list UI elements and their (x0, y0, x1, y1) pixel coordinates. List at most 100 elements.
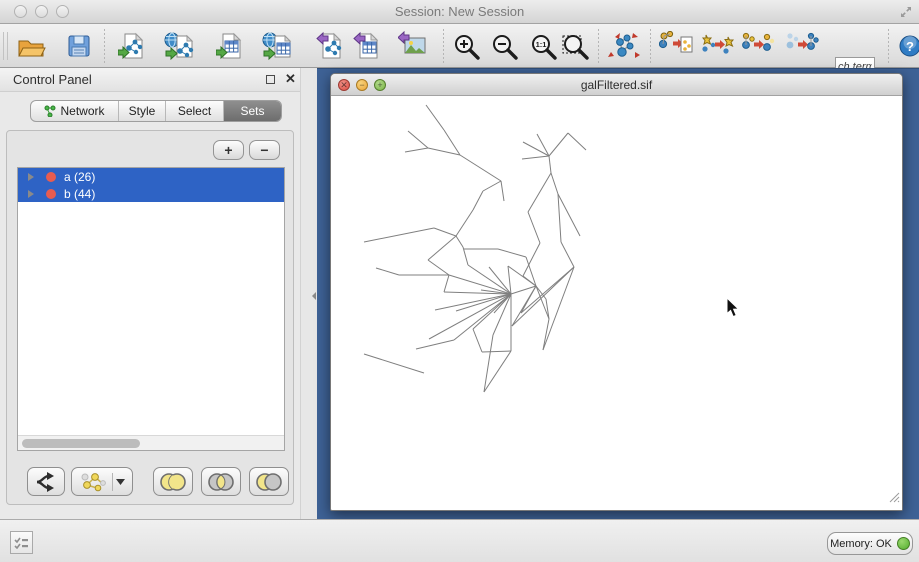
toolbar-drag-handle[interactable] (3, 32, 8, 60)
network-edge[interactable] (482, 351, 511, 352)
network-edge[interactable] (456, 236, 463, 247)
split-sets-button[interactable] (27, 467, 65, 496)
export-table-icon[interactable] (350, 29, 386, 63)
network-edge[interactable] (568, 133, 586, 150)
new-network-sel-nodes-icon[interactable] (700, 29, 736, 63)
export-network-icon[interactable] (313, 29, 349, 63)
tab-sets[interactable]: Sets (224, 101, 281, 121)
fullscreen-icon[interactable] (898, 4, 914, 25)
tab-style[interactable]: Style (119, 101, 166, 121)
network-edge[interactable] (549, 156, 551, 173)
tab-select[interactable]: Select (166, 101, 224, 121)
set-color-icon (46, 189, 56, 199)
expand-set-icon[interactable] (28, 173, 34, 181)
import-network-web-icon[interactable] (162, 29, 198, 63)
network-edge[interactable] (484, 351, 511, 392)
export-image-icon[interactable] (395, 29, 431, 63)
add-set-button[interactable]: + (213, 140, 244, 160)
network-edge[interactable] (549, 133, 568, 156)
open-session-icon[interactable] (13, 29, 49, 63)
close-panel-icon[interactable]: ✕ (285, 71, 296, 87)
network-edge[interactable] (405, 148, 428, 152)
resize-grip-icon[interactable] (887, 490, 900, 508)
network-edge[interactable] (429, 294, 511, 339)
task-history-button[interactable] (10, 531, 33, 554)
tab-network[interactable]: Network (31, 101, 119, 121)
save-session-icon[interactable] (61, 29, 97, 63)
network-edge[interactable] (508, 266, 536, 286)
network-edge[interactable] (460, 155, 501, 181)
new-network-visible-icon[interactable] (784, 29, 820, 63)
network-edge[interactable] (473, 191, 483, 210)
network-canvas[interactable] (332, 96, 902, 510)
zoom-selected-icon[interactable] (557, 29, 593, 63)
remove-set-button[interactable]: − (249, 140, 280, 160)
apply-layout-icon[interactable] (606, 29, 642, 63)
network-edge[interactable] (449, 275, 511, 294)
toolbar-separator (104, 29, 105, 63)
import-network-file-icon[interactable] (115, 29, 151, 63)
network-window[interactable]: ✕ − + galFiltered.sif (330, 73, 903, 511)
network-edge[interactable] (551, 173, 558, 194)
new-network-sel-edges-icon[interactable] (740, 29, 776, 63)
network-edge[interactable] (561, 242, 574, 267)
union-sets-button[interactable] (153, 467, 193, 496)
network-edge[interactable] (408, 131, 428, 148)
network-edge[interactable] (528, 173, 551, 212)
network-edge[interactable] (364, 354, 424, 373)
float-panel-icon[interactable] (266, 75, 275, 84)
zoom-out-icon[interactable] (486, 29, 522, 63)
network-edge[interactable] (468, 265, 511, 294)
network-edge[interactable] (498, 249, 526, 257)
yellow-network-icon (79, 471, 109, 493)
intersect-sets-button[interactable] (201, 467, 241, 496)
network-edge[interactable] (558, 194, 561, 242)
network-edge[interactable] (426, 105, 444, 130)
set-color-icon (46, 172, 56, 182)
network-edge[interactable] (501, 181, 504, 201)
network-edge[interactable] (508, 266, 511, 294)
zoom-fit-icon[interactable]: 1:1 (525, 29, 561, 63)
network-edge[interactable] (528, 212, 540, 243)
collapse-panel-icon[interactable] (312, 292, 316, 300)
network-edge[interactable] (434, 228, 456, 236)
network-edge[interactable] (543, 319, 549, 350)
network-edge[interactable] (444, 130, 460, 155)
hscrollbar-thumb[interactable] (22, 439, 140, 448)
expand-set-icon[interactable] (28, 190, 34, 198)
network-edge[interactable] (376, 268, 399, 275)
network-edge[interactable] (456, 210, 473, 236)
set-list-item[interactable]: a (26) (18, 168, 284, 185)
import-table-file-icon[interactable] (213, 29, 249, 63)
network-edge[interactable] (558, 194, 580, 236)
sets-operations-dropdown[interactable] (71, 467, 133, 496)
set-label: a (26) (64, 170, 95, 184)
network-edge[interactable] (484, 335, 493, 392)
network-edge[interactable] (435, 294, 511, 310)
network-edge[interactable] (428, 148, 460, 155)
network-edge[interactable] (493, 294, 511, 335)
network-edge[interactable] (473, 329, 482, 352)
difference-sets-button[interactable] (249, 467, 289, 496)
network-edge[interactable] (454, 294, 511, 340)
import-table-web-icon[interactable] (260, 29, 296, 63)
help-icon[interactable]: ? (892, 29, 919, 63)
network-edge[interactable] (428, 236, 456, 260)
network-edge[interactable] (489, 267, 511, 294)
network-edge[interactable] (523, 243, 540, 276)
panel-divider[interactable] (300, 68, 317, 519)
zoom-in-icon[interactable] (448, 29, 484, 63)
network-edge[interactable] (463, 247, 468, 265)
network-edge[interactable] (416, 340, 454, 349)
network-edge[interactable] (428, 260, 449, 275)
sets-list-hscrollbar[interactable] (18, 435, 284, 450)
window-titlebar[interactable]: Session: New Session (0, 0, 919, 24)
new-network-from-selection-icon[interactable] (658, 29, 694, 63)
memory-status-button[interactable]: Memory: OK (827, 532, 913, 555)
network-edge[interactable] (522, 156, 549, 159)
set-list-item[interactable]: b (44) (18, 185, 284, 202)
network-window-titlebar[interactable]: ✕ − + galFiltered.sif (331, 74, 902, 96)
network-edge[interactable] (483, 181, 501, 191)
network-edge[interactable] (364, 228, 434, 242)
network-edge[interactable] (444, 275, 449, 292)
